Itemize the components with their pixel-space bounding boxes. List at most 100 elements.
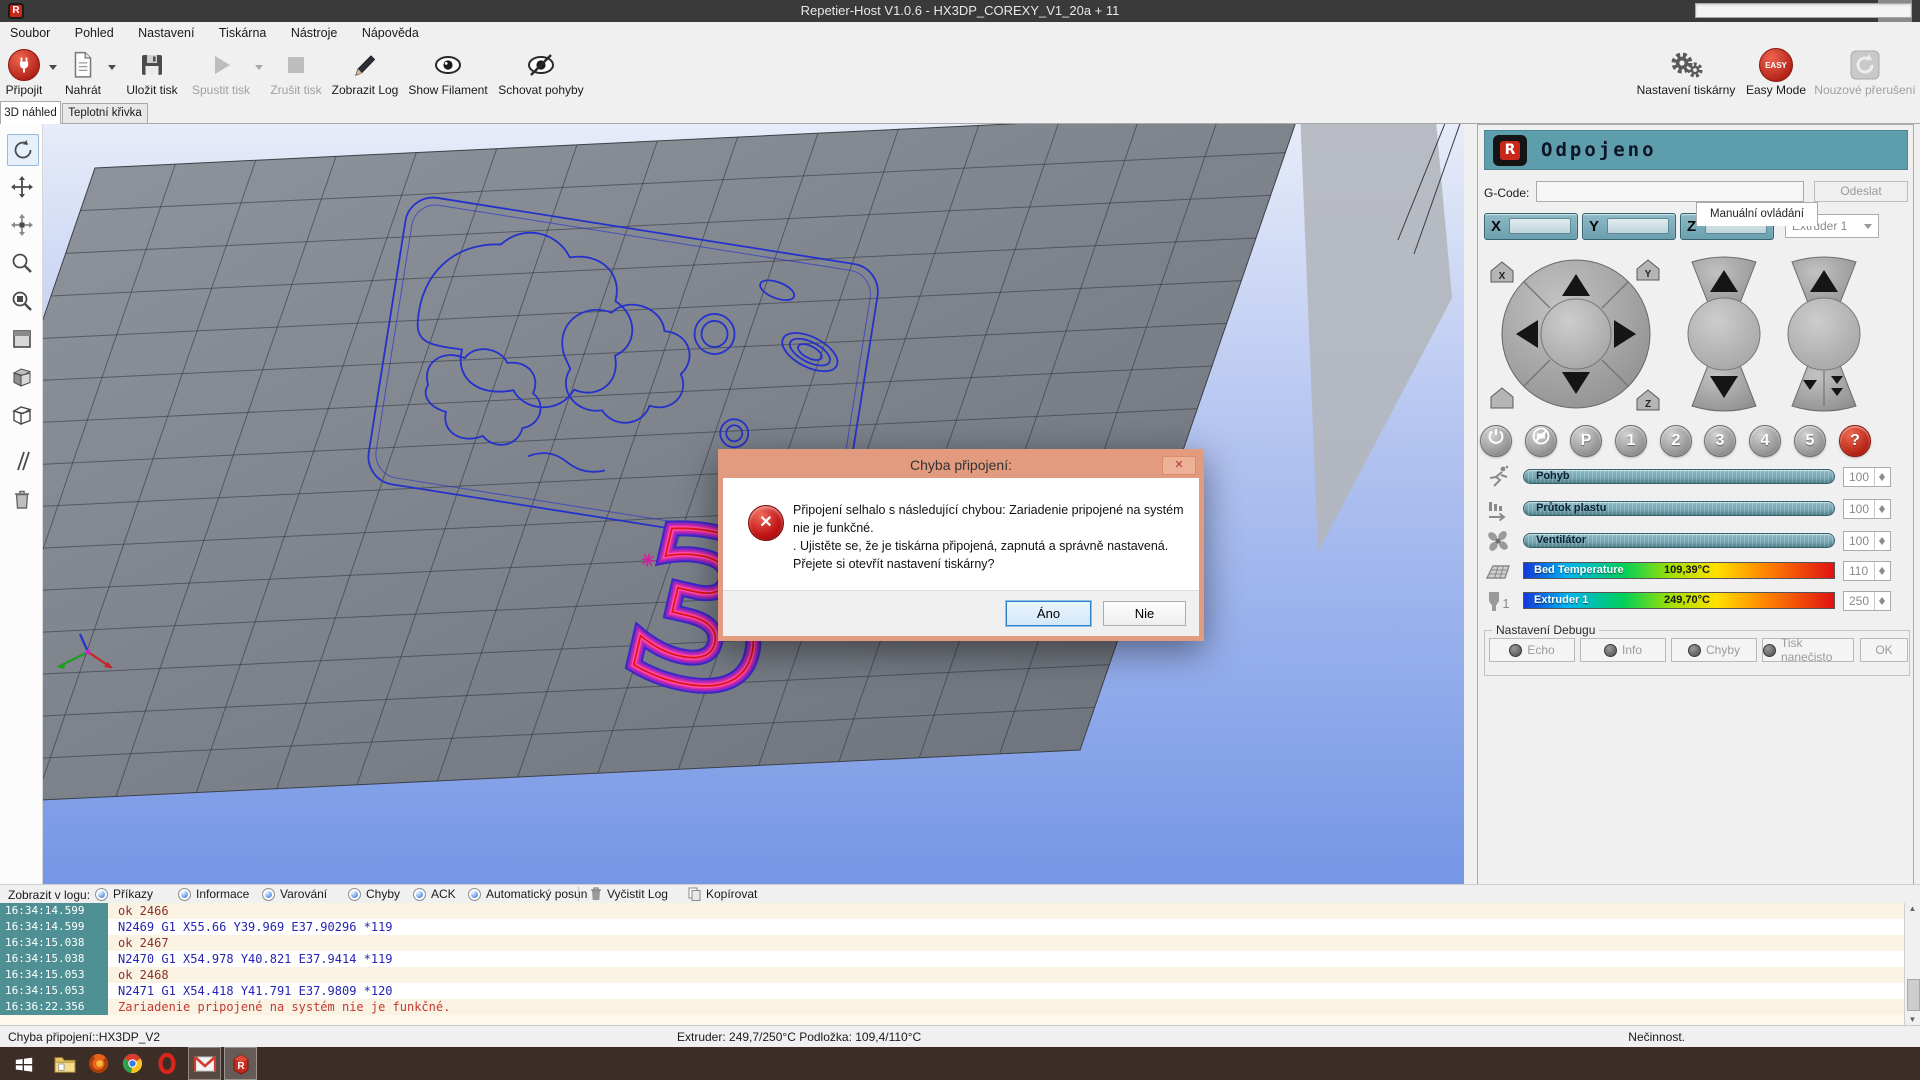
hide-travel-button[interactable]: Schovat pohyby (492, 48, 590, 97)
dialog-no-button[interactable]: Nie (1103, 601, 1186, 626)
spinner-arrows-icon[interactable] (1874, 532, 1890, 550)
load-button[interactable]: Nahrát (60, 48, 106, 97)
connect-dropdown-arrow[interactable] (49, 65, 57, 74)
printer-settings-button[interactable]: Nastavení tiskárny (1630, 48, 1742, 97)
iso-view-tool[interactable] (7, 362, 37, 392)
load-dropdown-arrow[interactable] (108, 65, 116, 74)
extruder-target-value[interactable]: 250 (1843, 591, 1891, 611)
delete-object-tool[interactable] (7, 484, 37, 514)
fan-slider[interactable]: Ventilátor (1523, 533, 1835, 548)
menu-pohled[interactable]: Pohled (65, 22, 124, 44)
copy-log-button[interactable]: Kopírovat (688, 886, 757, 902)
send-gcode-button[interactable]: Odeslat (1814, 181, 1908, 202)
preset-4-button[interactable]: 4 (1749, 425, 1781, 457)
toggle-ball-icon (262, 888, 275, 901)
home-x-button[interactable]: X (1491, 262, 1513, 282)
gcode-input[interactable] (1536, 181, 1804, 202)
preset-2-button[interactable]: 2 (1660, 425, 1692, 457)
gears-icon (1668, 50, 1704, 80)
extruder-temperature-bar[interactable]: Extruder 1 249,70°C (1523, 592, 1835, 609)
spinner-arrows-icon[interactable] (1874, 500, 1890, 518)
debug-dryrun-button[interactable]: Tisk nanečisto (1762, 638, 1854, 662)
taskbar-repetier[interactable]: R (224, 1047, 257, 1080)
start-button[interactable] (4, 1047, 44, 1080)
move-viewpoint-tool[interactable] (7, 210, 37, 240)
log-toggle-commands[interactable]: Příkazy (95, 886, 153, 902)
status-idle: Nečinnost. (1560, 1030, 1685, 1044)
preset-1-button[interactable]: 1 (1615, 425, 1647, 457)
menu-nastaveni[interactable]: Nastavení (128, 22, 204, 44)
perspective-view-tool[interactable] (7, 400, 37, 430)
debug-info-button[interactable]: Info (1580, 638, 1666, 662)
home-z-button[interactable]: Z (1637, 390, 1659, 410)
show-filament-button[interactable]: Show Filament (406, 48, 490, 97)
spinner-arrows-icon[interactable] (1874, 562, 1890, 580)
atx-off-icon (1531, 426, 1551, 446)
xy-jog-pad[interactable] (1502, 260, 1650, 408)
menu-nastroje[interactable]: Nástroje (281, 22, 348, 44)
taskbar-explorer[interactable] (48, 1047, 81, 1080)
flow-icon (1484, 496, 1512, 524)
z-jog-control[interactable] (1688, 257, 1760, 411)
cancel-print-button[interactable]: Zrušit tisk (265, 48, 327, 97)
taskbar-firefox[interactable] (82, 1047, 115, 1080)
atx-off-button[interactable] (1525, 425, 1557, 457)
log-scrollbar[interactable]: ▲▼ (1904, 903, 1920, 1025)
fan-value[interactable]: 100 (1843, 531, 1891, 551)
debug-errors-button[interactable]: Chyby (1671, 638, 1757, 662)
flow-slider[interactable]: Průtok plastu (1523, 501, 1835, 516)
bed-temperature-bar[interactable]: Bed Temperature 109,39°C (1523, 562, 1835, 579)
taskbar-chrome[interactable] (116, 1047, 149, 1080)
dialog-footer: Áno Nie (723, 590, 1199, 636)
start-print-button[interactable]: Spustit tisk (189, 48, 253, 97)
preset-3-button[interactable]: 3 (1704, 425, 1736, 457)
log-toggle-autoscroll[interactable]: Automatický posun (468, 886, 587, 902)
menu-napoveda[interactable]: Nápověda (352, 22, 429, 44)
zoom-region-tool[interactable] (7, 286, 37, 316)
taskbar-opera[interactable] (150, 1047, 183, 1080)
log-toggle-ack[interactable]: ACK (413, 886, 456, 902)
menu-soubor[interactable]: Soubor (0, 22, 60, 44)
parallel-projection-tool[interactable] (7, 446, 37, 476)
show-log-button[interactable]: Zobrazit Log (325, 48, 405, 97)
easy-mode-button[interactable]: EASY Easy Mode (1744, 48, 1808, 97)
park-button[interactable]: P (1570, 425, 1602, 457)
power-button[interactable] (1480, 425, 1512, 457)
bed-target-value[interactable]: 110 (1843, 561, 1891, 581)
speed-value[interactable]: 100 (1843, 467, 1891, 487)
debug-echo-button[interactable]: Echo (1489, 638, 1575, 662)
log-toggle-info[interactable]: Informace (178, 886, 249, 902)
save-print-button[interactable]: Uložit tisk (118, 48, 186, 97)
home-all-button[interactable] (1491, 388, 1513, 408)
preset-5-button[interactable]: 5 (1794, 425, 1826, 457)
zoom-tool[interactable] (7, 248, 37, 278)
menu-tiskarna[interactable]: Tiskárna (209, 22, 276, 44)
eye-icon (433, 53, 463, 77)
tab-temp-curve[interactable]: Teplotní křivka (62, 103, 148, 123)
main-toolbar: Připojit Nahrát Uložit tisk Spustit tisk… (0, 45, 1920, 102)
taskbar-mail[interactable] (188, 1047, 221, 1080)
move-object-tool[interactable] (7, 172, 37, 202)
log-toggle-errors[interactable]: Chyby (348, 886, 400, 902)
home-y-button[interactable]: Y (1637, 260, 1659, 280)
tab-manual-control[interactable]: Manuální ovládání (1696, 202, 1818, 226)
spinner-arrows-icon[interactable] (1874, 468, 1890, 486)
jog-controls[interactable]: X Y Z (1484, 246, 1914, 427)
speed-slider[interactable]: Pohyb (1523, 469, 1835, 484)
emergency-stop-button[interactable]: Nouzové přerušení (1812, 48, 1918, 97)
rotate-view-tool[interactable] (7, 134, 39, 166)
log-toggle-warnings[interactable]: Varování (262, 886, 327, 902)
help-button[interactable]: ? (1839, 425, 1871, 457)
front-view-tool[interactable] (7, 324, 37, 354)
dialog-yes-button[interactable]: Áno (1006, 601, 1091, 626)
flow-value[interactable]: 100 (1843, 499, 1891, 519)
spinner-arrows-icon[interactable] (1874, 592, 1890, 610)
windows-logo-icon (14, 1054, 34, 1074)
tab-3d-view[interactable]: 3D náhled (0, 101, 61, 124)
connect-button[interactable]: Připojit (2, 48, 46, 97)
debug-ok-button[interactable]: OK (1860, 638, 1908, 662)
clear-log-button[interactable]: Vyčistit Log (590, 886, 668, 902)
extruder-jog-control[interactable] (1788, 257, 1860, 411)
dialog-body: ✕ Připojení selhalo s následující chybou… (723, 478, 1199, 591)
dialog-close-button[interactable]: ✕ (1162, 456, 1196, 475)
